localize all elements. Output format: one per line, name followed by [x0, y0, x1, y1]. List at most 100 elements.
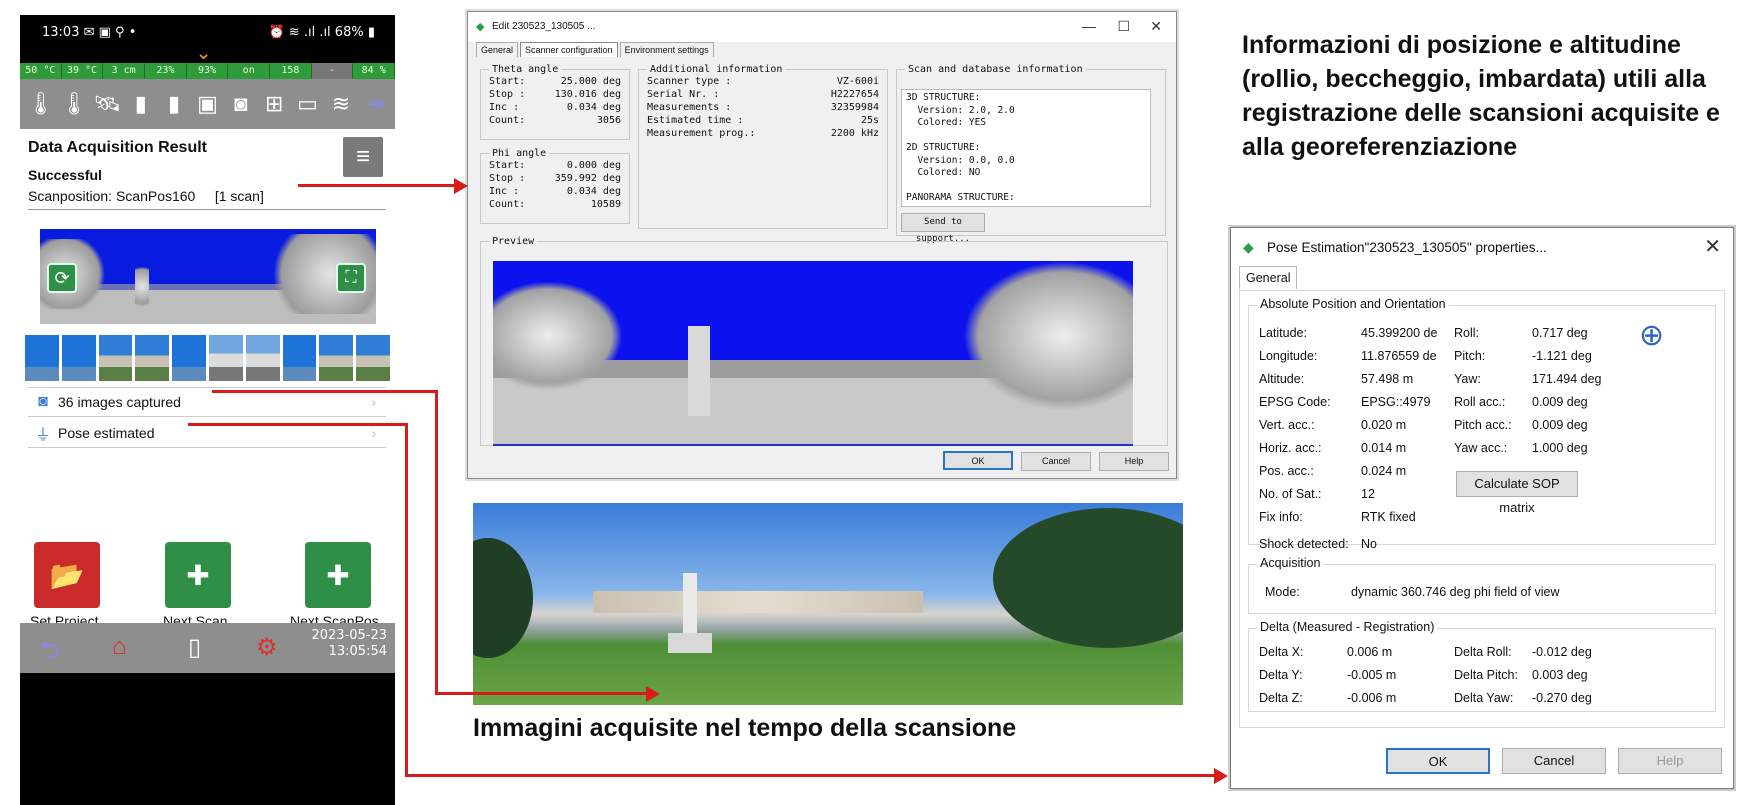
help-button[interactable]: Help — [1099, 452, 1169, 471]
android-status-bar: 13:03 ✉ ▣ ⚲ • ⏰ ≋ .ıl .ıl 68% ▮ ⌄ — [20, 15, 395, 65]
field-value: 0.717 deg — [1532, 326, 1588, 340]
phone-screenshot: 13:03 ✉ ▣ ⚲ • ⏰ ≋ .ıl .ıl 68% ▮ ⌄ 50 °C … — [20, 15, 395, 805]
close-icon[interactable]: ✕ — [1150, 18, 1162, 35]
maximize-icon[interactable]: ☐ — [1117, 18, 1130, 35]
scanner-plus-icon: ✚ — [326, 559, 350, 591]
arrow-line-images — [435, 692, 650, 695]
menu-button[interactable]: ≡ — [343, 137, 383, 177]
close-icon[interactable]: ✕ — [1704, 234, 1721, 259]
send-to-support-button[interactable]: Send to support... — [901, 213, 985, 244]
tab-scanner-configuration[interactable]: Scanner configuration — [520, 42, 618, 57]
battery-icon[interactable]: ▮ — [159, 87, 189, 121]
theta-key: Inc : — [489, 102, 520, 113]
field-label: EPSG Code: — [1259, 395, 1331, 409]
settings-gear-icon[interactable]: ⚙ — [256, 633, 278, 662]
tree-shape — [473, 538, 533, 658]
thumbnail[interactable] — [356, 335, 390, 381]
phi-row: Start: 0.000 deg — [481, 159, 629, 172]
phi-row: Count: 10589 — [481, 198, 629, 211]
scanner-icon[interactable]: ▯ — [188, 633, 201, 662]
scan-db-textbox[interactable]: 3D STRUCTURE: Version: 2.0, 2.0 Colored:… — [901, 89, 1151, 207]
thumbnail[interactable] — [61, 335, 96, 381]
wifi-icon[interactable]: ≋ — [326, 87, 356, 121]
thumbnail[interactable] — [282, 335, 317, 381]
tab-environment-settings[interactable]: Environment settings — [619, 42, 714, 57]
theta-value: 3056 — [596, 115, 621, 126]
nav-datetime: 2023-05-23 13:05:54 — [311, 628, 387, 660]
scan-count: [1 scan] — [214, 188, 264, 204]
additional-row: Measurements : 32359984 — [639, 101, 887, 114]
thumbnail[interactable] — [135, 335, 170, 381]
theta-value: 0.034 deg — [566, 102, 621, 113]
thermometer-icon[interactable]: 🌡 — [26, 87, 56, 121]
ok-button[interactable]: OK — [1386, 748, 1490, 774]
edit-scan-window: ◆ Edit 230523_130505 ... — ☐ ✕ General S… — [467, 11, 1177, 479]
card-icon[interactable]: ▣ — [192, 87, 222, 121]
thumbnail[interactable] — [172, 335, 206, 381]
chevron-down-icon[interactable]: ⌄ — [196, 43, 211, 64]
help-button[interactable]: Help — [1618, 748, 1722, 774]
scan-db-legend: Scan and database information — [908, 64, 1083, 75]
home-icon[interactable]: ⌂ — [112, 633, 127, 661]
ok-button[interactable]: OK — [943, 451, 1013, 470]
theta-key: Start: — [489, 76, 526, 87]
arrow-line-pose — [405, 774, 1220, 777]
field-label: Pitch acc.: — [1454, 418, 1512, 432]
crop-icon[interactable]: ⛶ — [336, 263, 366, 293]
minimize-icon[interactable]: — — [1082, 18, 1096, 34]
arrow-line-images — [435, 390, 438, 695]
delta-group: Delta (Measured - Registration) Delta X:… — [1248, 620, 1716, 712]
laptop-icon[interactable]: ▭ — [293, 87, 323, 121]
absolute-position-group: Absolute Position and Orientation Latitu… — [1248, 297, 1716, 551]
thumbnail[interactable] — [208, 335, 243, 381]
thermometer-hand-icon[interactable]: 🌡 — [59, 87, 89, 121]
tab-bar: General Scanner configuration Environmen… — [476, 42, 716, 57]
next-scan-button[interactable]: ✚ — [165, 542, 231, 608]
theta-row: Inc : 0.034 deg — [481, 101, 629, 114]
pose-estimated-label: Pose estimated — [58, 424, 155, 441]
thumbnail[interactable] — [245, 335, 280, 381]
theta-row: Stop : 130.016 deg — [481, 88, 629, 101]
field-value: 0.020 m — [1361, 418, 1407, 432]
arrow-right-icon[interactable]: ⇥ — [359, 87, 389, 121]
phi-row: Stop : 359.992 deg — [481, 172, 629, 185]
image-thumbnail-strip[interactable] — [25, 335, 390, 381]
set-project-button[interactable]: 📂 — [34, 542, 100, 608]
cancel-button[interactable]: Cancel — [1021, 452, 1091, 471]
tab-general[interactable]: General — [1239, 266, 1298, 289]
field-label: Latitude: — [1259, 326, 1307, 340]
camera-icon[interactable]: ◙ — [226, 87, 256, 121]
window-titlebar: ◆ Edit 230523_130505 ... — ☐ ✕ — [468, 12, 1176, 42]
additional-information-group: Additional information Scanner type : VZ-… — [638, 64, 888, 229]
battery-icon[interactable]: ▮ — [126, 87, 156, 121]
calculate-sop-matrix-button[interactable]: Calculate SOP matrix — [1456, 471, 1578, 515]
grid-icon[interactable]: ⊞ — [259, 87, 289, 121]
satellite-icon[interactable]: 🛰 — [92, 87, 122, 121]
delta-label: Delta Yaw: — [1454, 691, 1514, 705]
thumbnail[interactable] — [319, 335, 354, 381]
mode-value: dynamic 360.746 deg phi field of view — [1351, 585, 1560, 599]
additional-row: Serial Nr. : H2227654 — [639, 88, 887, 101]
theta-angle-group: Theta angle Start: 25.000 deg Stop : 130.0… — [480, 64, 630, 140]
thumbnail[interactable] — [25, 335, 59, 381]
next-scanpos-button[interactable]: ✚ — [305, 542, 371, 608]
additional-value: 2200 kHz — [830, 128, 879, 139]
tab-general[interactable]: General — [476, 42, 519, 57]
back-icon[interactable]: ⮌ — [40, 633, 59, 674]
sensor-battery2: 93% — [186, 63, 229, 79]
panorama-preview[interactable]: ⟳ ⛶ — [40, 229, 376, 324]
rotate-icon[interactable]: ⟳ — [47, 263, 77, 293]
additional-row: Measurement prog.: 2200 kHz — [639, 127, 887, 140]
phi-angle-group: Phi angle Start: 0.000 deg Stop : 359.992 … — [480, 148, 630, 224]
folder-gear-icon: 📂 — [49, 559, 85, 591]
acquisition-legend: Acquisition — [1257, 556, 1324, 570]
chevron-right-icon: › — [371, 394, 376, 410]
chevron-right-icon: › — [371, 424, 376, 441]
thumbnail[interactable] — [98, 335, 133, 381]
arrow-line-scan — [298, 184, 460, 187]
delta-value: -0.270 deg — [1532, 691, 1592, 705]
cancel-button[interactable]: Cancel — [1502, 748, 1606, 774]
arrowhead-right-icon — [454, 178, 468, 194]
delta-value: -0.005 m — [1347, 668, 1397, 682]
field-value: 45.399200 de — [1361, 326, 1438, 340]
